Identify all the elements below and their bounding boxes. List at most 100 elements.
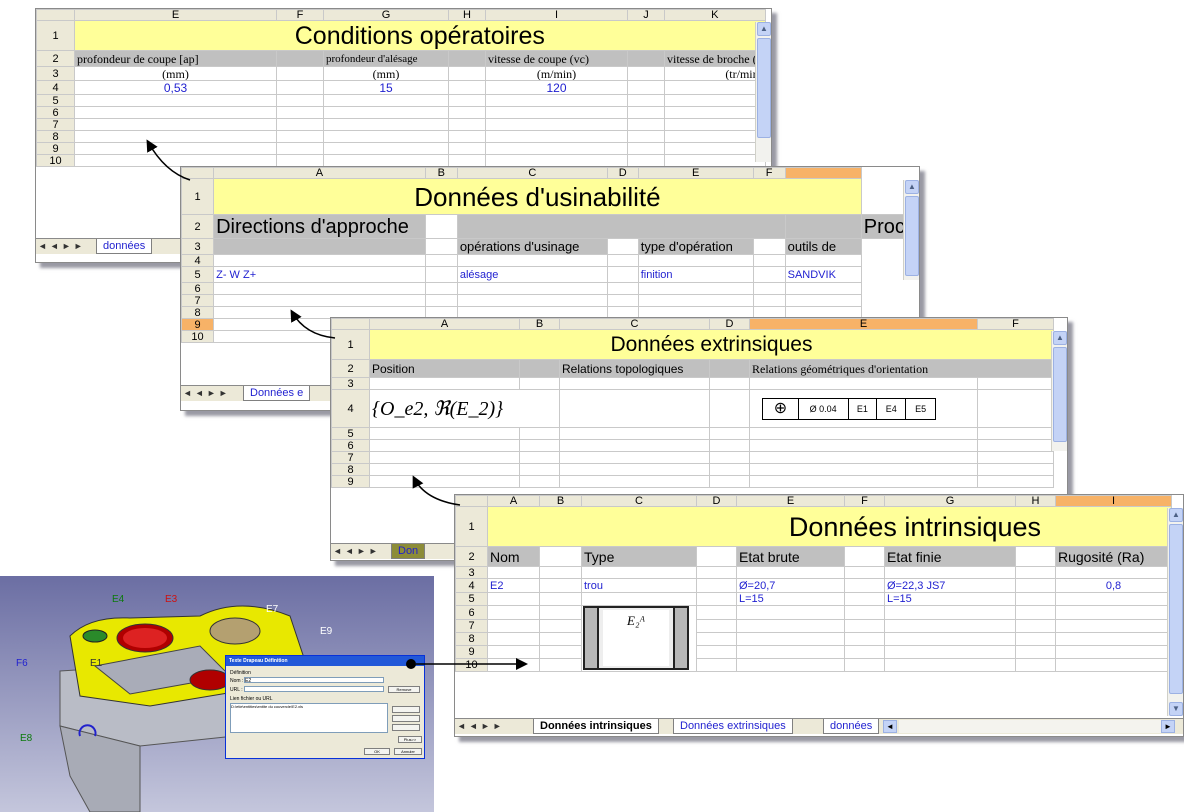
cad-label[interactable]: E3	[165, 594, 177, 605]
value-cell[interactable]: Z- W Z+	[213, 266, 426, 283]
row-header[interactable]: 6	[331, 439, 370, 452]
vertical-scrollbar[interactable]: ▲ ▼	[1167, 508, 1183, 716]
cad-label[interactable]: E1	[90, 658, 102, 669]
cell[interactable]	[448, 50, 486, 67]
row-header[interactable]: 1	[455, 506, 488, 547]
col-header-selected[interactable]: E	[749, 318, 978, 330]
header-cell[interactable]: Relations géométriques d'orientation	[749, 359, 1054, 378]
col-header[interactable]: H	[448, 9, 486, 21]
row-header[interactable]: 9	[455, 645, 488, 659]
cell[interactable]	[627, 66, 665, 81]
more-button[interactable]: Plus>>	[398, 736, 422, 743]
row-header[interactable]: 6	[36, 106, 75, 119]
hscroll-left-icon[interactable]: ◄	[883, 720, 897, 733]
hscroll-track[interactable]	[899, 720, 1161, 733]
cell[interactable]	[1015, 546, 1056, 567]
cad-label[interactable]: E4	[112, 594, 124, 605]
row-header[interactable]: 4	[331, 389, 370, 428]
header-cell[interactable]: Position	[369, 359, 520, 378]
header-cell[interactable]: Nom	[487, 546, 540, 567]
value-cell[interactable]: L=15	[736, 592, 845, 606]
corner-cell[interactable]	[181, 167, 215, 179]
header-cell[interactable]: Directions d'approche	[213, 214, 426, 239]
tab-donnees-intrinsiques[interactable]: Données intrinsiques	[533, 719, 659, 734]
col-header[interactable]: G	[884, 495, 1016, 507]
col-header[interactable]: C	[559, 318, 710, 330]
cell[interactable]	[448, 80, 486, 95]
col-header[interactable]: F	[844, 495, 885, 507]
row-header[interactable]: 1	[181, 178, 215, 215]
col-header[interactable]: E	[736, 495, 845, 507]
header-cell[interactable]: Etat finie	[884, 546, 1016, 567]
row-header[interactable]: 8	[331, 463, 370, 476]
scroll-up-icon[interactable]: ▲	[757, 22, 771, 36]
corner-cell[interactable]	[455, 495, 488, 507]
figure-cell[interactable]: E₂ᴬ	[581, 605, 697, 672]
col-header[interactable]: J	[627, 9, 665, 21]
row-header[interactable]: 7	[181, 294, 215, 307]
row-header[interactable]: 1	[36, 20, 75, 51]
cell[interactable]	[627, 80, 665, 95]
col-header[interactable]: D	[696, 495, 737, 507]
value-cell[interactable]: Ø=22,3 JS7	[884, 578, 1016, 593]
corner-cell[interactable]	[331, 318, 370, 330]
col-header-selected[interactable]: I	[1055, 495, 1172, 507]
header-cell[interactable]: type d'opération	[637, 238, 754, 255]
col-header[interactable]: B	[519, 318, 560, 330]
cell[interactable]	[424, 214, 458, 239]
row-header[interactable]: 5	[181, 266, 215, 283]
header-cell[interactable]: Relations topologiques	[559, 359, 710, 378]
row-header[interactable]: 4	[36, 80, 75, 95]
row-header[interactable]: 2	[331, 359, 370, 378]
scroll-thumb[interactable]	[1053, 347, 1067, 442]
ok-button[interactable]: OK	[364, 748, 390, 755]
url-field[interactable]	[244, 686, 384, 692]
cell[interactable]	[709, 359, 750, 378]
value-cell[interactable]: 0,53	[74, 80, 277, 95]
cell[interactable]	[752, 238, 786, 255]
unit-cell[interactable]: (m/min)	[485, 66, 628, 81]
col-header[interactable]: D	[606, 167, 639, 179]
scroll-down-icon[interactable]: ▼	[1169, 702, 1183, 716]
row-header[interactable]: 10	[36, 154, 75, 167]
sheet-title[interactable]: Données d'usinabilité	[213, 178, 862, 215]
row-header[interactable]: 7	[331, 451, 370, 464]
row-header[interactable]: 1	[331, 329, 370, 360]
cad-label[interactable]: E7	[266, 604, 278, 615]
nom-field[interactable]: E2	[244, 677, 384, 684]
col-header[interactable]: F	[977, 318, 1054, 330]
hscroll-right-icon[interactable]: ►	[1161, 720, 1175, 733]
col-header[interactable]: G	[323, 9, 449, 21]
col-header[interactable]: B	[424, 167, 458, 179]
row-header[interactable]: 4	[181, 254, 215, 267]
cell[interactable]	[606, 238, 639, 255]
row-header[interactable]: 3	[455, 566, 488, 579]
value-cell[interactable]: alésage	[456, 266, 608, 283]
col-header[interactable]: A	[369, 318, 520, 330]
cell[interactable]	[276, 50, 324, 67]
value-cell[interactable]: finition	[637, 266, 754, 283]
tab-nav-arrows-icon[interactable]: ◄◄►►	[333, 546, 381, 556]
header-cell[interactable]: Rugosité (Ra)	[1055, 546, 1172, 567]
col-header[interactable]: A	[487, 495, 540, 507]
row-header[interactable]: 9	[331, 475, 370, 488]
row-header[interactable]: 7	[36, 118, 75, 131]
row-header[interactable]: 3	[331, 377, 370, 390]
cad-label[interactable]: E8	[20, 733, 32, 744]
position-formula[interactable]: {O_e2, ℜ(E_2)}	[369, 389, 560, 428]
row-header[interactable]: 5	[455, 592, 488, 606]
header-cell[interactable]: outils de	[784, 238, 862, 255]
cell[interactable]	[276, 66, 324, 81]
col-header[interactable]: H	[1015, 495, 1056, 507]
cell[interactable]	[448, 66, 486, 81]
cell[interactable]	[424, 238, 458, 255]
cell[interactable]	[539, 546, 582, 567]
scroll-thumb[interactable]	[905, 196, 919, 276]
header-cell[interactable]: profondeur de coupe [ap]	[74, 50, 277, 67]
cell[interactable]	[213, 238, 426, 255]
unit-cell[interactable]: (mm)	[323, 66, 449, 81]
header-cell[interactable]: vitesse de broche (n	[664, 50, 766, 67]
tolerance-frame-cell[interactable]: ⊕ Ø 0.04 E1 E4 E5	[749, 389, 978, 428]
cad-label[interactable]: E9	[320, 626, 332, 637]
remove-button[interactable]: Remove	[388, 686, 420, 693]
